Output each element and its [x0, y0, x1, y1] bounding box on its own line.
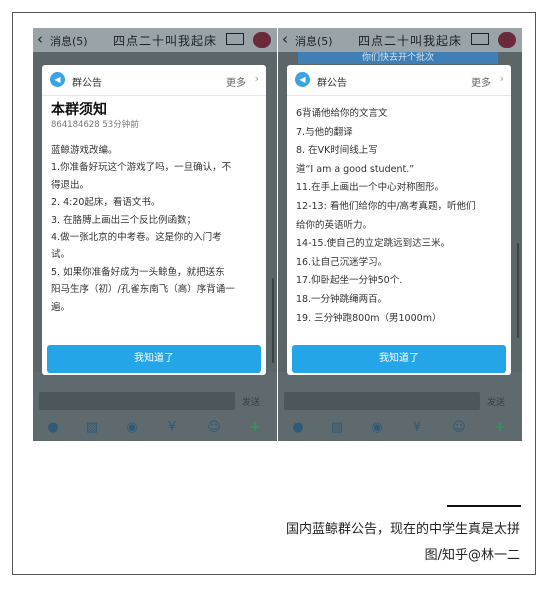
announcement-line: 14-15.使自己的立定跳远到达三米。	[296, 238, 451, 250]
group-avatar[interactable]	[253, 32, 271, 48]
announcement-line: 8. 在VK时间线上写	[296, 145, 378, 157]
message-input-bar: 发送	[278, 390, 522, 412]
more-link[interactable]: 更多	[226, 74, 246, 89]
caption-credit: 图/知乎@林一二	[424, 548, 520, 563]
announcement-line: 试。	[51, 249, 71, 261]
announcement-line: 12-13: 看他们给你的中/高考真题，听他们	[296, 200, 476, 212]
plus-icon[interactable]: +	[246, 419, 264, 437]
caption-text: 国内蓝鲸群公告，现在的中学生真是太拼	[285, 522, 520, 537]
mic-icon[interactable]: ●	[44, 419, 62, 437]
announcement-line: 道“I am a good student.”	[296, 163, 415, 175]
announcement-line: 11.在手上画出一个中心对称图形。	[296, 182, 445, 194]
scrollbar[interactable]	[517, 243, 519, 338]
announcement-line: 得退出。	[51, 179, 90, 191]
group-card-icon[interactable]	[471, 33, 489, 45]
chat-title: 四点二十叫我起床	[358, 34, 463, 48]
group-card-icon[interactable]	[226, 33, 244, 45]
announcement-line: 2. 4:20起床，看语文书。	[51, 197, 161, 209]
announcement-line: 6背诵他给你的文言文	[296, 108, 388, 119]
chat-toolbar: ● ▨ ◉ ¥ ☺ +	[33, 417, 277, 439]
announcement-body: 6背诵他给你的文言文 7.与他的翻译 8. 在VK时间线上写 道“I am a …	[296, 105, 506, 328]
group-activity-strip[interactable]: 你们快去开个批次	[298, 52, 498, 64]
back-button-label[interactable]: 消息(5)	[295, 33, 333, 49]
emoji-icon[interactable]: ☺	[205, 419, 223, 437]
announcement-line: 16.让自己沉迷学习。	[296, 256, 388, 268]
camera-icon[interactable]: ◉	[123, 419, 141, 437]
message-input[interactable]	[284, 392, 480, 410]
send-button[interactable]: 发送	[487, 395, 505, 408]
announcement-line: 1.你准备好玩这个游戏了吗，一旦确认，不	[51, 162, 232, 174]
announcement-line: 给你的英语听力。	[296, 219, 373, 231]
red-envelope-icon[interactable]: ¥	[163, 419, 181, 437]
announcement-line: 3. 在胳膊上画出三个反比例函数；	[51, 214, 197, 226]
right-phone-screenshot: ‹ 消息(5) 四点二十叫我起床 你们快去开个批次 ◀ 群公告 更多 › 6背诵…	[278, 28, 522, 441]
dialog-header-title: 群公告	[317, 78, 347, 89]
announcement-line: 5. 如果你准备好成为一头鲸鱼，就把送东	[51, 266, 225, 278]
plus-icon[interactable]: +	[491, 419, 509, 437]
announcement-line: 4.做一张北京的中考卷。这是你的入门考	[51, 232, 222, 244]
announcement-title: 本群须知	[51, 102, 107, 118]
announcement-meta: 864184628 53分钟前	[51, 120, 139, 130]
announcement-dialog: ◀ 群公告 更多 › 6背诵他给你的文言文 7.与他的翻译 8. 在VK时间线上…	[287, 65, 511, 375]
back-button-label[interactable]: 消息(5)	[50, 33, 88, 49]
send-button[interactable]: 发送	[242, 395, 260, 408]
chat-topbar: ‹ 消息(5) 四点二十叫我起床	[33, 28, 277, 52]
camera-icon[interactable]: ◉	[368, 419, 386, 437]
dialog-header-title: 群公告	[72, 78, 102, 89]
message-input[interactable]	[39, 392, 235, 410]
speaker-icon: ◀	[50, 72, 65, 87]
group-avatar[interactable]	[498, 32, 516, 48]
chat-title: 四点二十叫我起床	[113, 34, 218, 48]
chat-toolbar: ● ▨ ◉ ¥ ☺ +	[278, 417, 522, 439]
back-chevron-icon[interactable]: ‹	[37, 30, 43, 48]
announcement-line: 7.与他的翻译	[296, 126, 353, 138]
speaker-icon: ◀	[295, 72, 310, 87]
scrollbar[interactable]	[272, 278, 274, 363]
announcement-line: 19. 三分钟跑800m（男1000m）	[296, 312, 442, 324]
image-icon[interactable]: ▨	[83, 419, 101, 437]
announcement-body: 本群须知 864184628 53分钟前 蓝鲸游戏改编。 1.你准备好玩这个游戏…	[51, 101, 261, 316]
announcement-line: 17.仰卧起坐一分钟50个.	[296, 275, 403, 287]
dialog-header: ◀ 群公告 更多 ›	[287, 65, 511, 96]
announcement-line: 蓝鲸游戏改编。	[51, 145, 118, 156]
announcement-dialog: ◀ 群公告 更多 › 本群须知 864184628 53分钟前 蓝鲸游戏改编。 …	[42, 65, 266, 375]
chevron-right-icon[interactable]: ›	[500, 72, 504, 85]
got-it-button[interactable]: 我知道了	[292, 345, 506, 373]
chat-topbar: ‹ 消息(5) 四点二十叫我起床	[278, 28, 522, 52]
image-icon[interactable]: ▨	[328, 419, 346, 437]
red-envelope-icon[interactable]: ¥	[408, 419, 426, 437]
left-phone-screenshot: ‹ 消息(5) 四点二十叫我起床 ◀ 群公告 更多 › 本群须知 8641846…	[33, 28, 277, 441]
emoji-icon[interactable]: ☺	[450, 419, 468, 437]
announcement-line: 遍。	[51, 301, 71, 313]
caption-rule	[447, 505, 521, 507]
announcement-line: 18.一分钟跳绳两百。	[296, 293, 388, 305]
more-link[interactable]: 更多	[471, 74, 491, 89]
chevron-right-icon[interactable]: ›	[255, 72, 259, 85]
dialog-header: ◀ 群公告 更多 ›	[42, 65, 266, 96]
message-input-bar: 发送	[33, 390, 277, 412]
mic-icon[interactable]: ●	[289, 419, 307, 437]
announcement-line: 阳马生序（初）/孔雀东南飞（高）序背诵一	[51, 284, 235, 296]
back-chevron-icon[interactable]: ‹	[282, 30, 288, 48]
got-it-button[interactable]: 我知道了	[47, 345, 261, 373]
